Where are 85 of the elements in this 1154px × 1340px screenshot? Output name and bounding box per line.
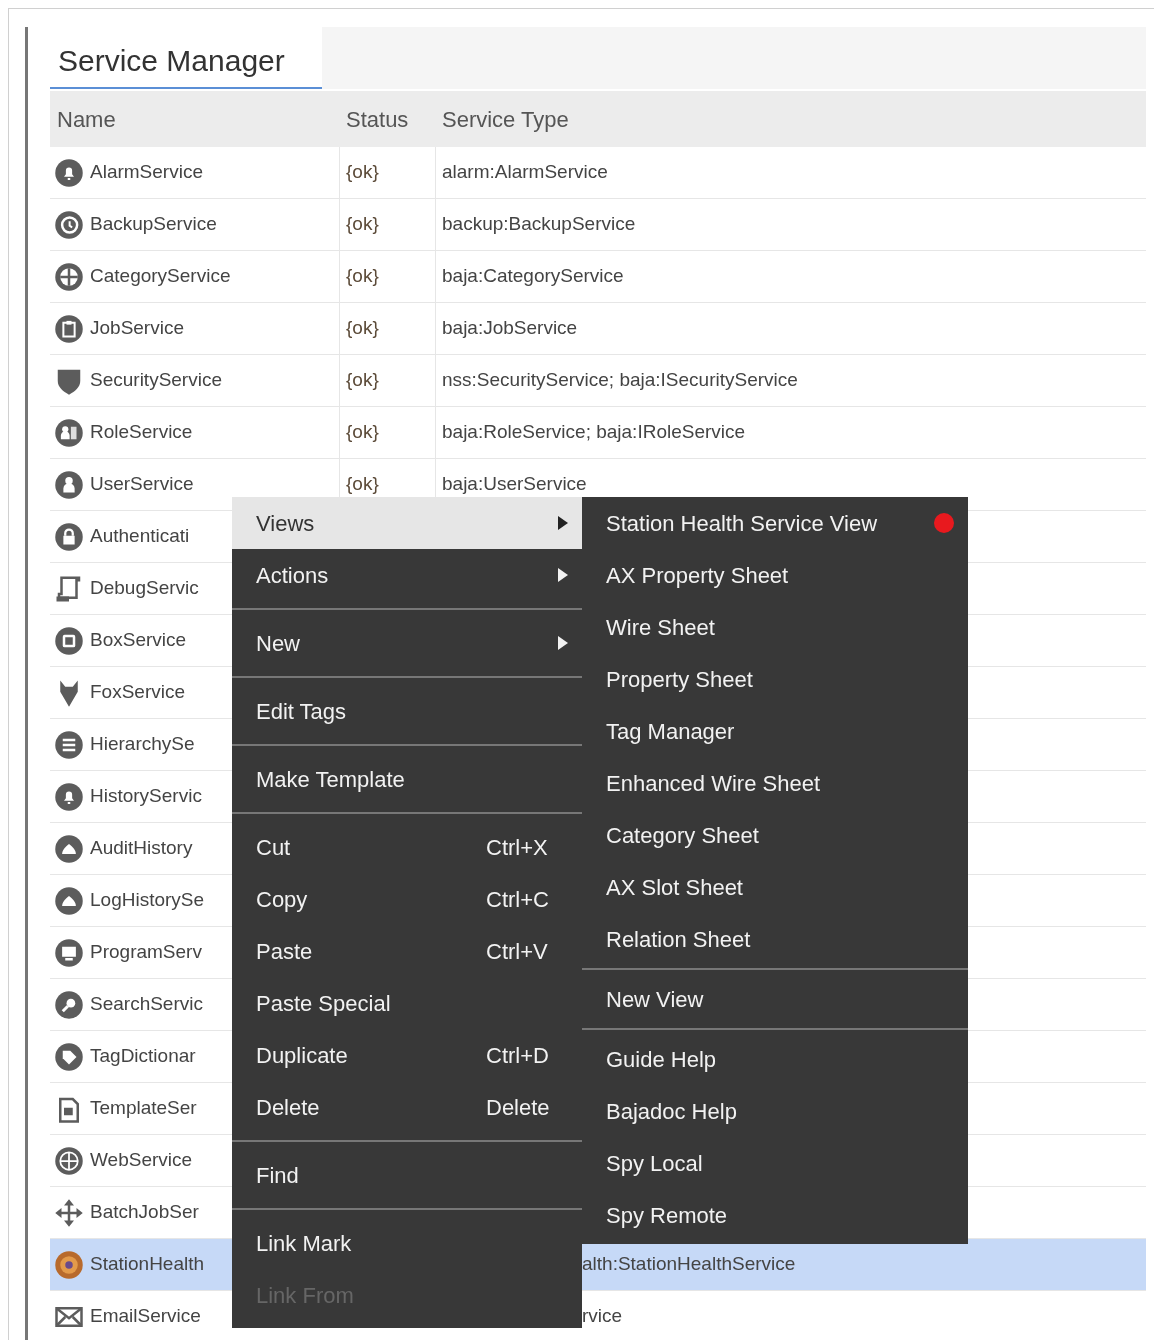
service-name: Authenticati [90, 524, 190, 549]
shortcut-text: Delete [486, 1093, 551, 1122]
shortcut-text: Ctrl+X [486, 833, 549, 862]
table-row[interactable]: RoleService [50, 407, 339, 459]
status-text: {ok} [346, 212, 379, 237]
service-type: alth:StationHealthService [582, 1252, 796, 1277]
move-icon [54, 1197, 84, 1228]
tag-icon [54, 1041, 84, 1072]
service-type: alarm:AlarmService [442, 160, 608, 185]
monitor-icon [54, 937, 84, 968]
service-name: TagDictionar [90, 1044, 196, 1069]
menu-item[interactable]: Guide Help [582, 1033, 968, 1085]
service-name: BatchJobSer [90, 1200, 199, 1225]
table-row[interactable]: BackupService [50, 199, 339, 251]
table-row[interactable]: AlarmService [50, 147, 339, 199]
status-text: {ok} [346, 316, 379, 341]
menu-item[interactable]: Station Health Service View [582, 497, 968, 549]
service-name: BoxService [90, 628, 187, 653]
status-text: {ok} [346, 368, 379, 393]
service-type: backup:BackupService [442, 212, 636, 237]
menu-item[interactable]: Category Sheet [582, 809, 968, 861]
service-name: SecurityService [90, 368, 222, 393]
service-name: AuditHistory [90, 836, 193, 861]
service-name: CategoryService [90, 264, 231, 289]
shortcut-text: Ctrl+V [486, 937, 549, 966]
service-type: nss:SecurityService; baja:ISecurityService [442, 368, 798, 393]
status-text: {ok} [346, 472, 379, 497]
submenu-arrow-icon [558, 516, 568, 530]
shortcut-text: Ctrl+C [486, 885, 550, 914]
status-text: {ok} [346, 264, 379, 289]
service-name: WebService [90, 1148, 193, 1173]
user-icon [54, 469, 84, 500]
menu-item[interactable]: AX Property Sheet [582, 549, 968, 601]
menu-item[interactable]: Tag Manager [582, 705, 968, 757]
search-icon [54, 989, 84, 1020]
submenu-arrow-icon [558, 568, 568, 582]
service-type: rvice [582, 1304, 623, 1329]
column-header[interactable]: Service Type [435, 91, 1146, 147]
list-icon [54, 729, 84, 760]
service-name: BackupService [90, 212, 217, 237]
service-name: SearchServic [90, 992, 203, 1017]
service-type: baja:RoleService; baja:IRoleService [442, 420, 746, 445]
menu-item[interactable]: Enhanced Wire Sheet [582, 757, 968, 809]
service-name: FoxService [90, 680, 186, 705]
menu-item[interactable]: Spy Local [582, 1137, 968, 1189]
submenu-arrow-icon [558, 636, 568, 650]
service-name: ProgramServ [90, 940, 202, 965]
service-name: DebugServic [90, 576, 199, 601]
status-text: {ok} [346, 160, 379, 185]
service-name: StationHealth [90, 1252, 205, 1277]
service-name: HistoryServic [90, 784, 202, 809]
service-type: baja:CategoryService [442, 264, 624, 289]
service-type: baja:JobService [442, 316, 578, 341]
tab[interactable]: Service Manager [50, 27, 322, 89]
menu-item[interactable]: Bajadoc Help [582, 1085, 968, 1137]
globe-icon [54, 1145, 84, 1176]
service-name: HierarchySe [90, 732, 195, 757]
lock-icon [54, 521, 84, 552]
service-name: RoleService [90, 420, 193, 445]
menu-item[interactable]: Property Sheet [582, 653, 968, 705]
column-header[interactable]: Status [339, 91, 435, 147]
table-row[interactable]: SecurityService [50, 355, 339, 407]
service-name: AlarmService [90, 160, 203, 185]
menu-item[interactable]: New View [582, 973, 968, 1025]
menu-item[interactable]: AX Slot Sheet [582, 861, 968, 913]
service-name: JobService [90, 316, 184, 341]
status-text: {ok} [346, 420, 379, 445]
service-type: baja:UserService [442, 472, 587, 497]
table-row[interactable]: CategoryService [50, 251, 339, 303]
menu-item[interactable]: Spy Remote [582, 1189, 968, 1241]
shortcut-text: Ctrl+D [486, 1041, 550, 1070]
menu-item[interactable]: Relation Sheet [582, 913, 968, 965]
column-header[interactable]: Name [50, 91, 339, 147]
menu-item[interactable]: Views [232, 497, 582, 549]
clipboard-icon [54, 313, 84, 344]
service-name: UserService [90, 472, 194, 497]
service-name: TemplateSer [90, 1096, 197, 1121]
bell-icon [54, 781, 84, 812]
bell-icon [54, 157, 84, 188]
menu-item[interactable]: Wire Sheet [582, 601, 968, 653]
service-name: LogHistorySe [90, 888, 205, 913]
service-name: EmailService [90, 1304, 201, 1329]
table-row[interactable]: JobService [50, 303, 339, 355]
users-icon [54, 417, 84, 448]
clock-icon [54, 209, 84, 240]
